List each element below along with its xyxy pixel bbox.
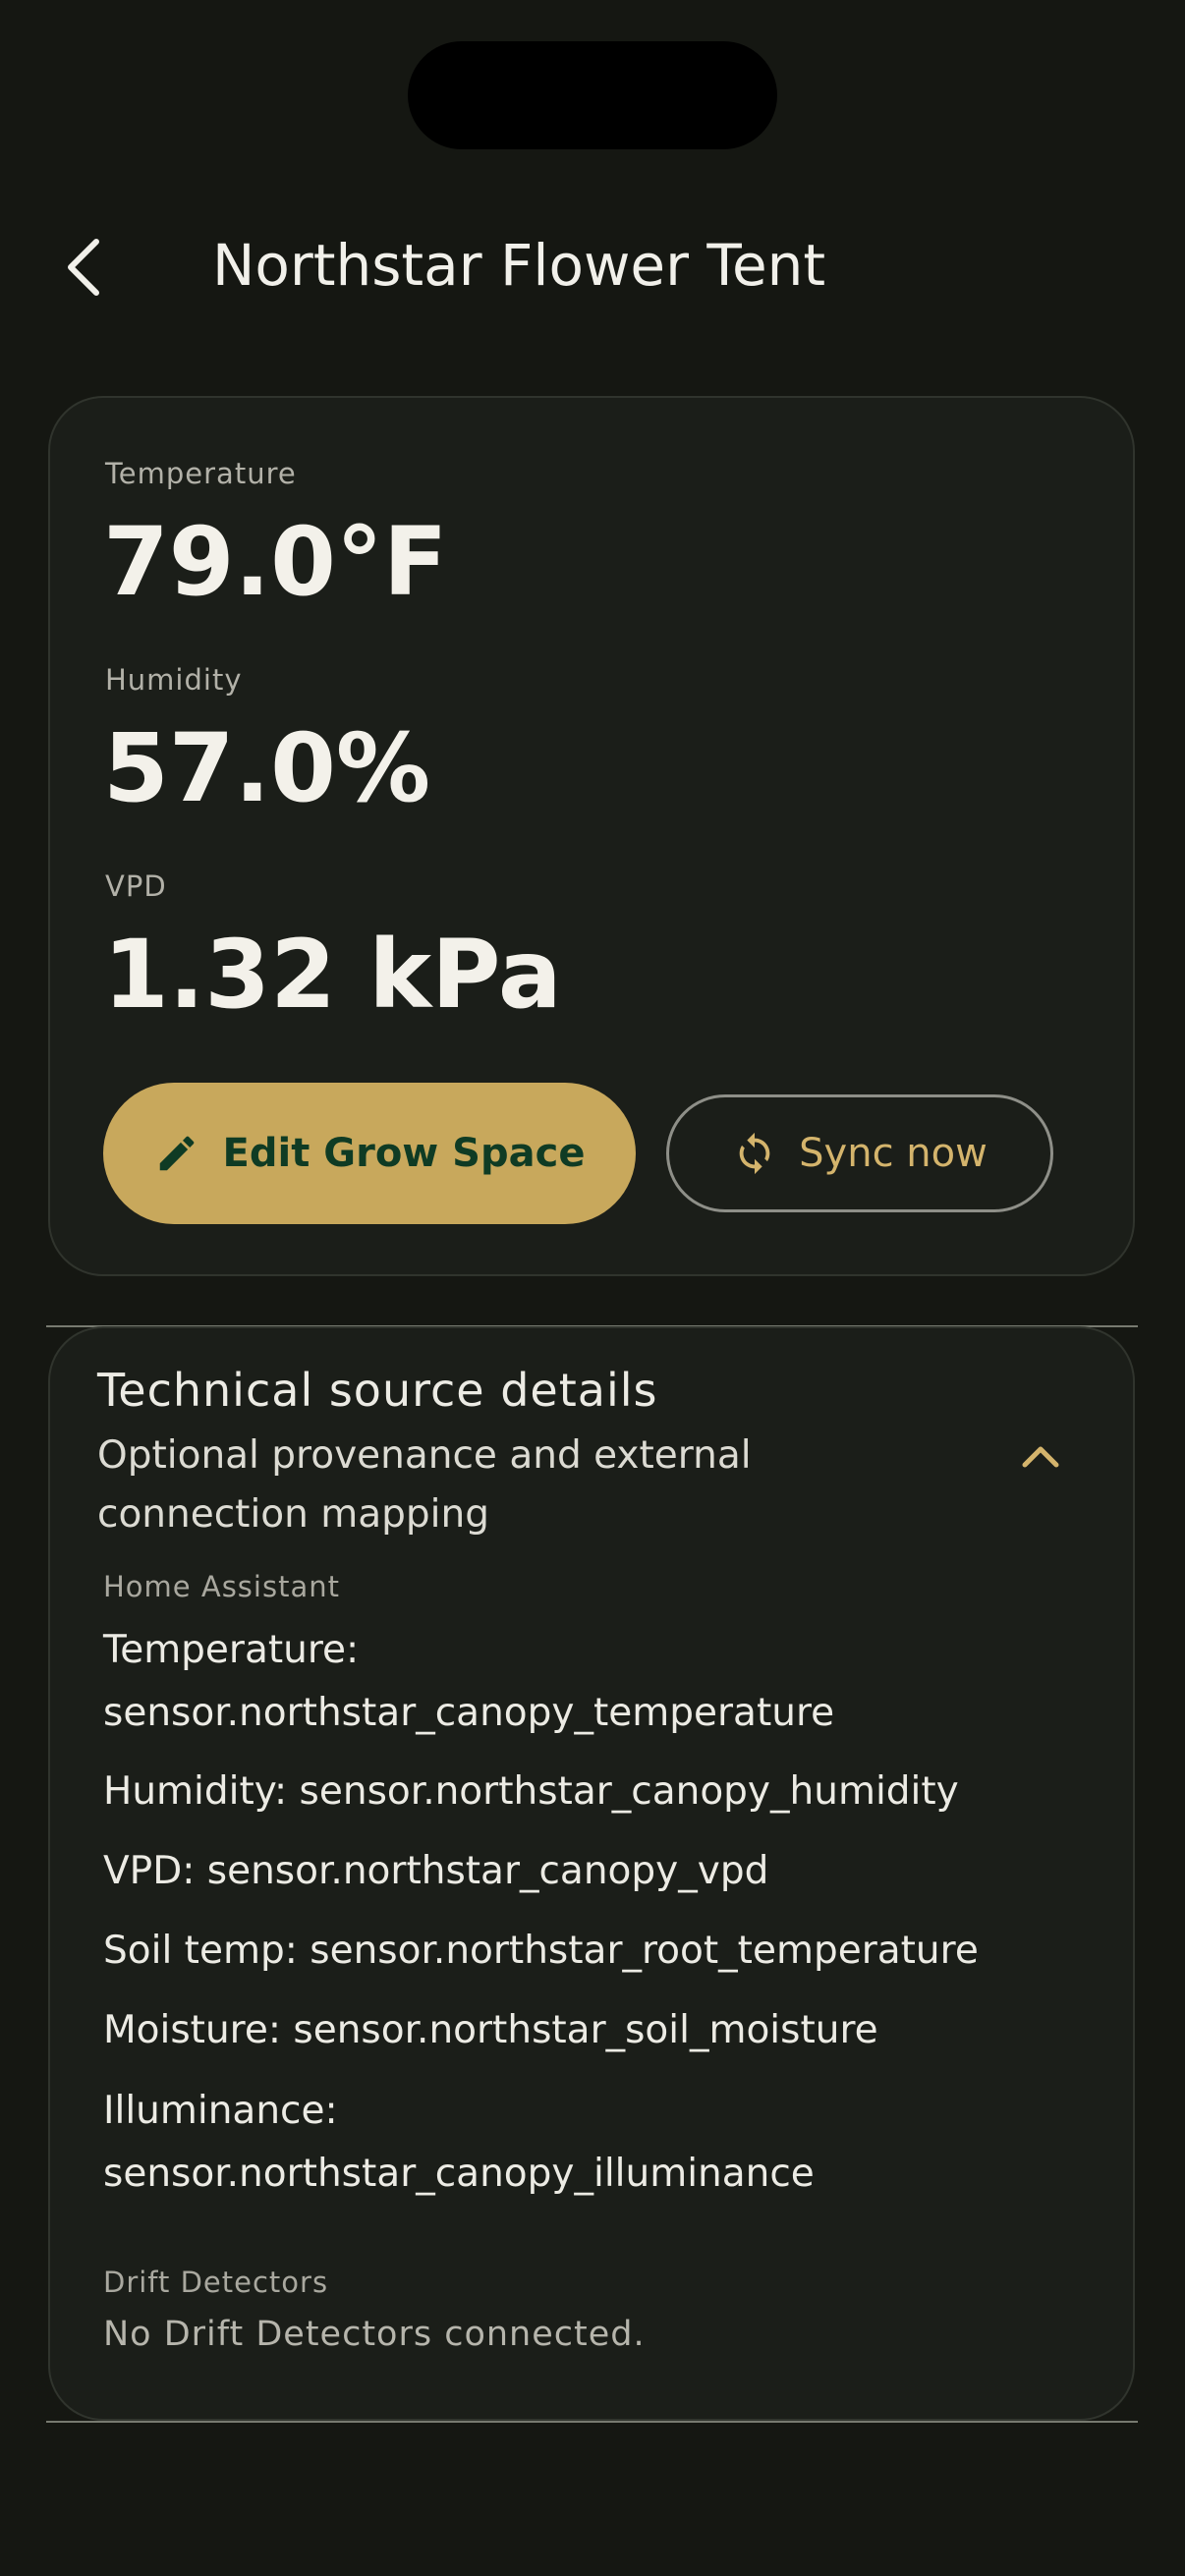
camera-notch: [408, 41, 777, 149]
page-title: Northstar Flower Tent: [212, 232, 826, 299]
metrics-card: Temperature 79.0°F Humidity 57.0% VPD 1.…: [48, 396, 1135, 1276]
mapping-item: Moisture: sensor.northstar_soil_moisture: [103, 2008, 878, 2052]
sync-now-button[interactable]: Sync now: [666, 1094, 1053, 1212]
section-divider-bottom: [46, 2421, 1138, 2423]
pencil-icon: [159, 1136, 194, 1171]
vpd-label: VPD: [105, 869, 167, 903]
sync-now-label: Sync now: [799, 1131, 988, 1176]
technical-details-title: Technical source details: [97, 1364, 658, 1417]
technical-details-toggle[interactable]: Technical source details Optional proven…: [50, 1328, 1133, 1554]
vpd-value: 1.32 kPa: [103, 920, 562, 1030]
mapping-item: Humidity: sensor.northstar_canopy_humidi…: [103, 1769, 959, 1814]
mapping-item: Illuminance: sensor.northstar_canopy_ill…: [103, 2089, 815, 2196]
humidity-label: Humidity: [105, 663, 243, 697]
sync-icon: [739, 1132, 770, 1175]
top-app-bar: Northstar Flower Tent: [0, 206, 1185, 328]
mapping-item: Temperature: sensor.northstar_canopy_tem…: [103, 1628, 835, 1735]
technical-details-subtitle: Optional provenance and external connect…: [97, 1433, 752, 1537]
home-assistant-label: Home Assistant: [103, 1570, 340, 1603]
temperature-value: 79.0°F: [103, 507, 448, 617]
edit-grow-space-button[interactable]: Edit Grow Space: [103, 1083, 636, 1224]
temperature-label: Temperature: [105, 457, 297, 490]
back-button[interactable]: [47, 226, 122, 308]
drift-detectors-empty-text: No Drift Detectors connected.: [103, 2315, 646, 2354]
edit-grow-space-label: Edit Grow Space: [222, 1131, 586, 1176]
drift-detectors-label: Drift Detectors: [103, 2266, 329, 2299]
mapping-item: VPD: sensor.northstar_canopy_vpd: [103, 1849, 769, 1893]
mapping-item: Soil temp: sensor.northstar_root_tempera…: [103, 1929, 979, 1973]
chevron-up-icon: [1022, 1446, 1059, 1468]
chevron-left-icon: [68, 239, 99, 296]
humidity-value: 57.0%: [103, 713, 431, 823]
technical-source-details-card: Technical source details Optional proven…: [48, 1326, 1135, 2421]
collapse-toggle[interactable]: [1011, 1427, 1070, 1485]
